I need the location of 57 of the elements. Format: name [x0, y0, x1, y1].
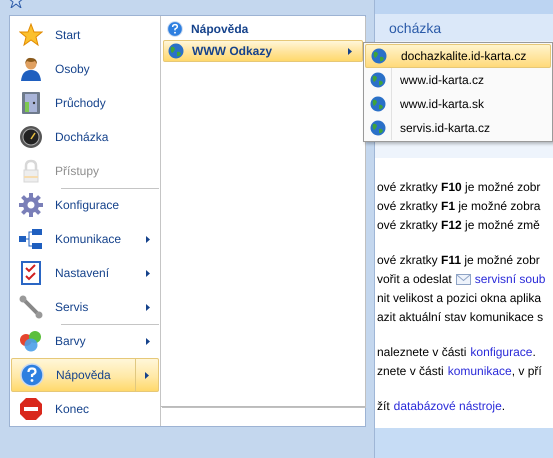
menu-item[interactable]: Servis: [11, 290, 159, 324]
menu-item[interactable]: WWW Odkazy: [163, 40, 363, 62]
submenu-arrow-icon: [145, 372, 149, 378]
door-icon: [21, 91, 41, 115]
help-text: naleznete v části: [377, 344, 466, 361]
link-menu-item[interactable]: www.id-karta.sk: [365, 92, 551, 116]
help-icon: [167, 21, 183, 37]
menu-item[interactable]: Docházka: [11, 120, 159, 154]
help-link[interactable]: servisní soub: [474, 270, 546, 289]
help-link[interactable]: konfigurace: [470, 343, 532, 362]
color-circles-icon: [19, 329, 43, 353]
menu-item[interactable]: Konec: [11, 392, 159, 426]
gauge-icon: [19, 125, 43, 149]
help-text: ové zkratky F12 je možné změ: [377, 217, 540, 234]
globe-icon: [370, 72, 386, 88]
person-icon: [20, 57, 42, 81]
submenu-arrow-icon: [146, 236, 150, 242]
link-menu-item[interactable]: dochazkalite.id-karta.cz: [365, 44, 551, 68]
help-text: .: [502, 398, 506, 415]
star-icon: [19, 23, 43, 47]
submenu-arrow-icon: [348, 48, 352, 54]
envelope-icon: [456, 274, 471, 285]
link-menu-item[interactable]: www.id-karta.cz: [365, 68, 551, 92]
menu-item[interactable]: Komunikace: [11, 222, 159, 256]
stop-sign-icon: [19, 397, 43, 421]
help-text: , v pří: [512, 363, 542, 380]
section-title: ocházka: [389, 20, 442, 36]
wrench-icon: [19, 295, 43, 319]
help-link[interactable]: databázové nástroje: [394, 397, 502, 416]
help-text: ové zkratky F11 je možné zobr: [377, 252, 540, 269]
help-text: žít: [377, 398, 390, 415]
link-menu-item[interactable]: servis.id-karta.cz: [365, 116, 551, 140]
network-icon: [19, 229, 43, 249]
menu-item[interactable]: Nápověda: [11, 358, 159, 392]
help-icon: [20, 363, 44, 387]
help-text: znete v části: [377, 363, 444, 380]
help-title: Nápověda: [163, 18, 363, 40]
menu-item[interactable]: Start: [11, 18, 159, 52]
help-text: nit velikost a pozici okna aplika: [377, 290, 542, 307]
help-text: azit aktuální stav komunikace s: [377, 309, 544, 326]
help-text: .: [532, 344, 536, 361]
padlock-icon: [22, 159, 40, 183]
help-text: ové zkratky F10 je možné zobr: [377, 179, 540, 196]
globe-icon: [168, 43, 184, 59]
menu-item[interactable]: Osoby: [11, 52, 159, 86]
help-text: ové zkratky F1 je možné zobra: [377, 198, 540, 215]
checklist-icon: [21, 261, 41, 285]
help-text: vořit a odeslat: [377, 271, 452, 288]
submenu-arrow-icon: [146, 338, 150, 344]
globe-icon: [370, 120, 386, 136]
submenu-arrow-icon: [146, 270, 150, 276]
help-link[interactable]: komunikace: [448, 362, 512, 381]
menu-item[interactable]: Nastavení: [11, 256, 159, 290]
globe-icon: [371, 48, 387, 64]
submenu-arrow-icon: [146, 304, 150, 310]
menu-item[interactable]: Průchody: [11, 86, 159, 120]
globe-icon: [370, 96, 386, 112]
